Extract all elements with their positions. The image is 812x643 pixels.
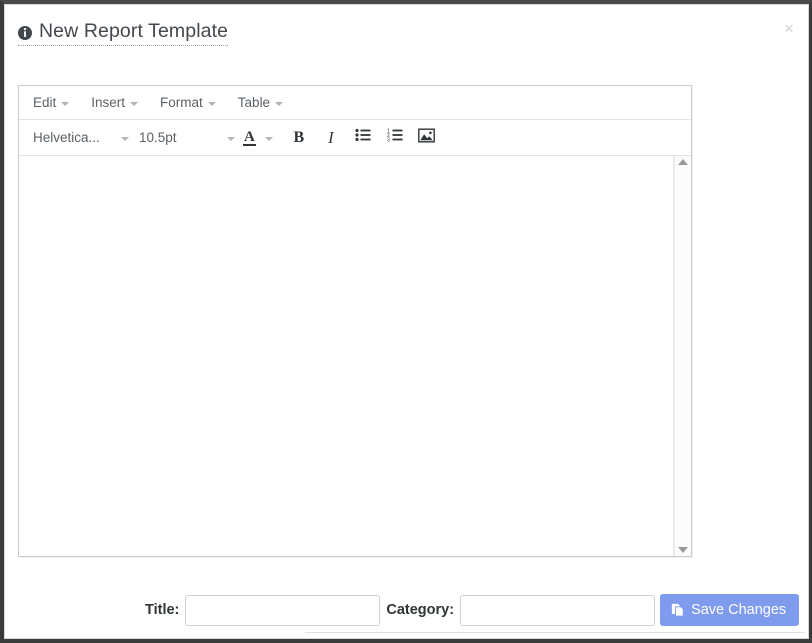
category-input[interactable] xyxy=(460,594,656,626)
font-family-select[interactable]: Helvetica... xyxy=(33,130,129,145)
menu-item-table-label: Table xyxy=(237,95,271,110)
font-family-value: Helvetica... xyxy=(33,130,100,145)
page-title-text: New Report Template xyxy=(39,20,229,42)
chevron-down-icon xyxy=(275,101,284,106)
text-color-icon: A xyxy=(243,128,256,146)
numbered-list-icon: 1 2 3 xyxy=(387,128,403,147)
editor-scrollbar[interactable] xyxy=(674,156,691,556)
save-changes-label: Save Changes xyxy=(691,602,787,618)
footer-divider xyxy=(305,632,805,633)
editor-menubar: Edit Insert Format Table xyxy=(19,86,691,120)
menu-item-table[interactable]: Table xyxy=(237,95,284,110)
italic-icon: I xyxy=(328,127,334,147)
chevron-down-icon xyxy=(121,136,129,141)
chevron-down-icon xyxy=(61,101,70,106)
rich-text-editor: Edit Insert Format Table Helvetica... 10… xyxy=(18,85,692,557)
font-size-select[interactable]: 10.5pt xyxy=(139,130,235,145)
chevron-down-icon xyxy=(207,101,216,106)
modal-dialog: New Report Template × Edit Insert Format xyxy=(4,4,809,639)
triangle-down-icon[interactable] xyxy=(678,547,688,553)
font-size-value: 10.5pt xyxy=(139,130,177,145)
modal-header: New Report Template × xyxy=(5,5,808,67)
chevron-down-icon xyxy=(264,136,273,141)
title-input[interactable] xyxy=(185,594,381,626)
insert-image-button[interactable] xyxy=(413,125,441,151)
template-meta-form: Title: Category: Save Changes xyxy=(5,590,808,630)
title-label: Title: xyxy=(145,602,180,618)
menu-item-edit-label: Edit xyxy=(33,95,57,110)
editor-toolbar: Helvetica... 10.5pt A B I 1 2 3 xyxy=(19,120,691,156)
bold-icon: B xyxy=(293,128,305,146)
bold-button[interactable]: B xyxy=(285,125,313,151)
menu-item-insert-label: Insert xyxy=(91,95,126,110)
close-icon[interactable]: × xyxy=(780,20,798,38)
text-color-button[interactable]: A xyxy=(243,128,273,146)
page-title: New Report Template xyxy=(18,20,229,47)
chevron-down-icon xyxy=(227,136,235,141)
info-circle-icon xyxy=(18,25,32,40)
menu-item-format[interactable]: Format xyxy=(160,95,216,110)
save-changes-button[interactable]: Save Changes xyxy=(660,594,800,626)
category-label: Category: xyxy=(386,602,455,618)
menu-item-insert[interactable]: Insert xyxy=(91,95,139,110)
svg-text:3: 3 xyxy=(387,138,390,142)
save-document-icon xyxy=(671,603,685,617)
bullet-list-button[interactable] xyxy=(349,125,377,151)
menu-item-edit[interactable]: Edit xyxy=(33,95,70,110)
triangle-up-icon[interactable] xyxy=(678,159,688,165)
editor-content-area[interactable] xyxy=(19,156,674,556)
menu-item-format-label: Format xyxy=(160,95,203,110)
italic-button[interactable]: I xyxy=(317,125,345,151)
editor-body xyxy=(19,156,691,556)
bullet-list-icon xyxy=(355,128,371,147)
chevron-down-icon xyxy=(130,101,139,106)
insert-image-icon xyxy=(418,128,436,148)
application-window: New Report Template × Edit Insert Format xyxy=(0,0,812,643)
numbered-list-button[interactable]: 1 2 3 xyxy=(381,125,409,151)
